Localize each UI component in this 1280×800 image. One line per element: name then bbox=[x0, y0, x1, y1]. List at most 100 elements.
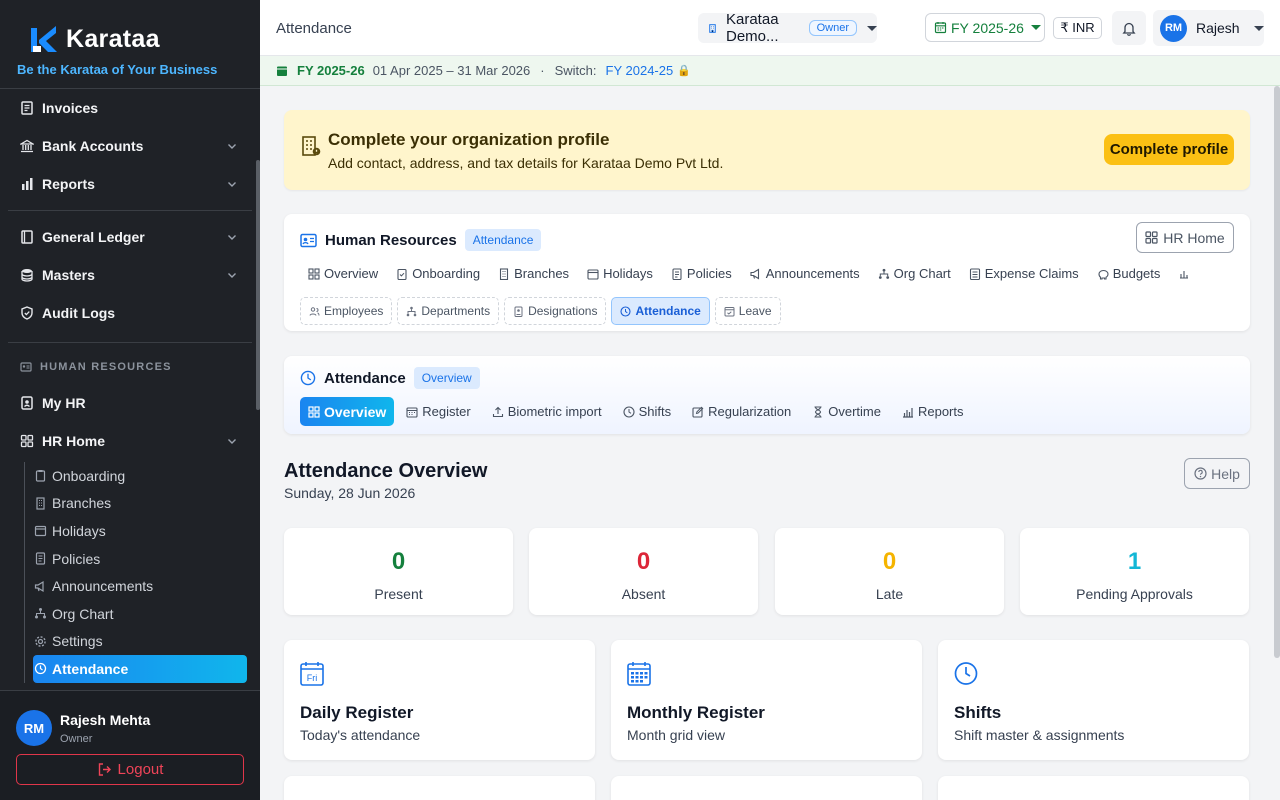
quick-link-card[interactable] bbox=[284, 776, 595, 800]
sidebar-subitem-settings[interactable]: Settings bbox=[33, 628, 260, 656]
tab-register[interactable]: Register bbox=[397, 397, 479, 426]
sidebar-item-bank-accounts[interactable]: Bank Accounts bbox=[0, 127, 260, 165]
tab-org-chart[interactable]: Org Chart bbox=[878, 266, 951, 281]
sidebar-subitem-holidays[interactable]: Holidays bbox=[33, 517, 260, 545]
tab-branches[interactable]: Branches bbox=[498, 266, 569, 281]
tab-budgets[interactable]: Budgets bbox=[1097, 266, 1161, 281]
subtab-departments[interactable]: Departments bbox=[397, 297, 500, 325]
brand: Karataa Be the Karataa of Your Business bbox=[0, 0, 260, 89]
sidebar-subitem-org-chart[interactable]: Org Chart bbox=[33, 600, 260, 628]
page-title: Attendance bbox=[276, 20, 352, 37]
tab-biometric-import[interactable]: Biometric import bbox=[483, 397, 611, 426]
caret-down-icon bbox=[867, 25, 877, 31]
tab-holidays[interactable]: Holidays bbox=[587, 266, 653, 281]
hr-subtabs: Employees Departments Designations Atten… bbox=[300, 297, 781, 325]
bar-chart-icon bbox=[22, 178, 33, 190]
logout-button[interactable]: Logout bbox=[16, 754, 244, 785]
org-chart-icon bbox=[878, 268, 889, 279]
profile-completion-banner: Complete your organization profile Add c… bbox=[284, 110, 1250, 190]
user-name: Rajesh Mehta bbox=[60, 711, 151, 728]
logout-icon bbox=[98, 763, 111, 776]
subtab-leave[interactable]: Leave bbox=[714, 297, 781, 325]
help-button[interactable]: Help bbox=[1184, 458, 1250, 489]
tab-label: Reports bbox=[917, 404, 964, 419]
sidebar-subitem-onboarding[interactable]: Onboarding bbox=[33, 462, 260, 490]
fy-switch-link[interactable]: FY 2024-25 bbox=[606, 63, 674, 78]
main-scrollbar[interactable] bbox=[1274, 86, 1280, 658]
attendance-tabs: Overview Register Biometric import Shift… bbox=[300, 397, 976, 426]
bar-chart-icon bbox=[902, 407, 913, 418]
sidebar-subitem-attendance[interactable]: Attendance bbox=[33, 655, 247, 683]
user-menu[interactable]: RM Rajesh bbox=[1153, 10, 1264, 46]
sidebar: Karataa Be the Karataa of Your Business … bbox=[0, 0, 260, 800]
sidebar-subitem-policies[interactable]: Policies bbox=[33, 545, 260, 573]
sidebar-item-reports[interactable]: Reports bbox=[0, 165, 260, 203]
stat-label: Late bbox=[875, 586, 904, 602]
sidebar-item-invoices[interactable]: Invoices bbox=[0, 89, 260, 127]
currency-badge[interactable]: ₹ INR bbox=[1053, 17, 1102, 39]
complete-profile-button[interactable]: Complete profile bbox=[1104, 134, 1234, 165]
tab-overview[interactable]: Overview bbox=[308, 266, 378, 281]
subtab-attendance[interactable]: Attendance bbox=[611, 297, 710, 325]
sidebar-item-masters[interactable]: Masters bbox=[0, 256, 260, 294]
context-pill: Attendance bbox=[464, 229, 542, 251]
stat-card-pending-approvals[interactable]: 1 Pending Approvals bbox=[1020, 528, 1249, 615]
sidebar-subitem-branches[interactable]: Branches bbox=[33, 490, 260, 518]
hr-module-card: Human Resources Attendance HR Home Overv… bbox=[284, 214, 1250, 331]
card-title: Human Resources bbox=[325, 231, 457, 249]
sidebar-item-general-ledger[interactable]: General Ledger bbox=[0, 218, 260, 256]
fiscal-year-selector[interactable]: FY 2025-26 bbox=[925, 13, 1045, 42]
quick-link-card[interactable] bbox=[938, 776, 1249, 800]
quick-link-card[interactable] bbox=[611, 776, 922, 800]
stat-label: Pending Approvals bbox=[1076, 586, 1193, 602]
sidebar-nav: Invoices Bank Accounts Reports General L… bbox=[0, 89, 260, 689]
karataa-logo-icon bbox=[31, 26, 57, 52]
sidebar-item-my-hr[interactable]: My HR bbox=[0, 384, 260, 422]
sidebar-item-label: My HR bbox=[42, 395, 86, 411]
overview-title: Attendance Overview bbox=[284, 460, 488, 482]
sidebar-subitem-announcements[interactable]: Announcements bbox=[33, 572, 260, 600]
tab-label: Overview bbox=[324, 403, 387, 420]
help-circle-icon bbox=[1194, 467, 1207, 480]
tab-expense-claims[interactable]: Expense Claims bbox=[969, 266, 1079, 281]
invoice-icon bbox=[21, 101, 33, 115]
stat-value: 1 bbox=[1127, 548, 1142, 575]
tab-label: Org Chart bbox=[893, 266, 951, 281]
tabs-overflow-icon[interactable] bbox=[1178, 266, 1194, 281]
tab-shifts[interactable]: Shifts bbox=[614, 397, 681, 426]
building-icon bbox=[36, 497, 45, 510]
quick-link-shifts[interactable]: Shifts Shift master & assignments bbox=[938, 640, 1249, 760]
tab-onboarding[interactable]: Onboarding bbox=[396, 266, 480, 281]
tab-announcements[interactable]: Announcements bbox=[750, 266, 860, 281]
tab-attendance-overview[interactable]: Overview bbox=[300, 397, 395, 426]
context-pill: Overview bbox=[413, 367, 480, 389]
tab-policies[interactable]: Policies bbox=[671, 266, 732, 281]
hr-home-button[interactable]: HR Home bbox=[1136, 222, 1234, 253]
subtab-designations[interactable]: Designations bbox=[504, 297, 607, 325]
tab-label: Policies bbox=[686, 266, 732, 281]
building-icon bbox=[302, 136, 321, 156]
organization-selector[interactable]: Karataa Demo... Owner bbox=[698, 11, 877, 45]
clock-icon bbox=[623, 405, 635, 418]
hr-tabs: Overview Onboarding Branches Holidays Po… bbox=[308, 266, 1212, 281]
tab-reports[interactable]: Reports bbox=[893, 397, 973, 426]
tab-overtime[interactable]: Overtime bbox=[803, 397, 890, 426]
sidebar-item-label: HR Home bbox=[42, 433, 106, 449]
database-icon bbox=[21, 269, 33, 282]
sidebar-item-audit-logs[interactable]: Audit Logs bbox=[0, 294, 260, 332]
clock-icon bbox=[954, 662, 978, 685]
subtab-employees[interactable]: Employees bbox=[300, 297, 393, 325]
tab-label: Budgets bbox=[1112, 266, 1161, 281]
quick-link-daily-register[interactable]: Fri Daily Register Today's attendance bbox=[284, 640, 595, 760]
grid-icon bbox=[1145, 231, 1158, 244]
gear-icon bbox=[35, 636, 46, 647]
sidebar-item-hr-home[interactable]: HR Home bbox=[0, 422, 260, 460]
tab-regularization[interactable]: Regularization bbox=[683, 397, 800, 426]
lock-icon: 🔒 bbox=[677, 65, 691, 77]
quick-link-monthly-register[interactable]: Monthly Register Month grid view bbox=[611, 640, 922, 760]
chevron-down-icon bbox=[228, 235, 236, 240]
sidebar-subitem-label: Onboarding bbox=[52, 467, 126, 484]
tab-label: Overview bbox=[324, 266, 379, 281]
notifications-button[interactable] bbox=[1112, 11, 1146, 45]
id-card-icon bbox=[20, 362, 32, 372]
